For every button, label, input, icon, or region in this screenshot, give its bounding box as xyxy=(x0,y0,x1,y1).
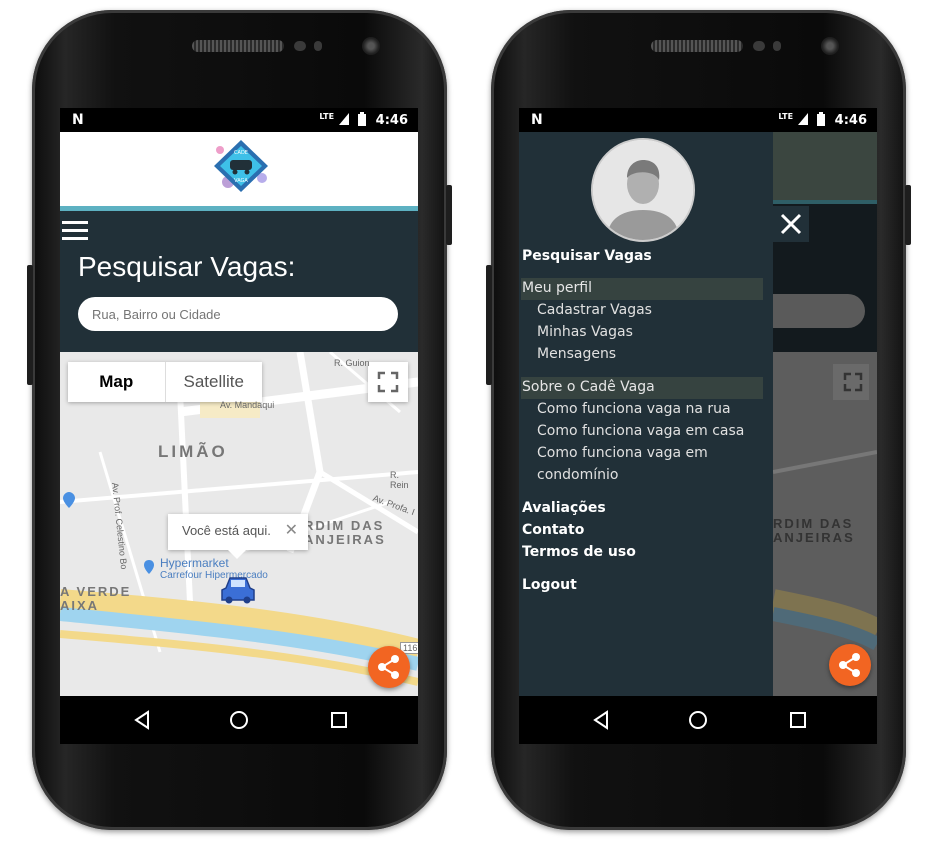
power-button xyxy=(905,185,911,245)
close-icon[interactable]: ✕ xyxy=(285,520,298,540)
drawer-item-messages[interactable]: Mensagens xyxy=(537,346,616,362)
close-icon xyxy=(780,213,802,235)
share-icon xyxy=(378,655,399,679)
close-drawer-button[interactable] xyxy=(773,206,809,242)
avatar[interactable] xyxy=(591,138,695,242)
phone-left: N LTE 4:46 CADE VAGA Pesquisar Vagas: Ru… xyxy=(27,10,452,830)
map-label: R. Guion xyxy=(334,358,370,368)
sensor xyxy=(773,41,781,51)
fullscreen-button[interactable] xyxy=(368,362,408,402)
map-label: Hypermarket xyxy=(160,556,229,570)
map-view[interactable]: Map Satellite R. Guion Av. Mandaqui LIMÃ… xyxy=(60,352,418,696)
recents-icon[interactable] xyxy=(786,708,810,732)
drawer-section-profile[interactable]: Meu perfil xyxy=(521,278,763,300)
front-camera xyxy=(821,37,839,55)
speaker-grille xyxy=(651,40,743,52)
shopping-pin-icon xyxy=(144,560,154,574)
notification-icon: N xyxy=(531,112,543,128)
drawer-item-reviews[interactable]: Avaliações xyxy=(522,500,606,516)
notification-icon: N xyxy=(72,112,84,128)
sensor xyxy=(294,41,306,51)
drawer-item-my-spots[interactable]: Minhas Vagas xyxy=(537,324,633,340)
sensor xyxy=(753,41,765,51)
signal-icon xyxy=(797,113,808,125)
drawer-item-how-condo[interactable]: Como funciona vaga em xyxy=(537,445,708,461)
volume-button xyxy=(486,265,492,385)
navigation-drawer: Pesquisar Vagas Meu perfil Cadastrar Vag… xyxy=(519,132,773,696)
map-label: RDIM DAS xyxy=(773,516,853,531)
volume-button xyxy=(27,265,33,385)
map-label: RDIM DAS xyxy=(304,518,385,533)
lte-icon: LTE xyxy=(319,112,335,121)
location-popup: Você está aqui. ✕ xyxy=(168,514,308,559)
app-header: CADE VAGA xyxy=(60,132,418,206)
map-label: Av. Mandaqui xyxy=(220,400,275,410)
drawer-item-how-street[interactable]: Como funciona vaga na rua xyxy=(537,401,731,417)
map-type-map[interactable]: Map xyxy=(68,362,166,402)
app-content: RDIM DAS ANJEIRAS Pesquisar Vagas Meu pe… xyxy=(519,132,877,696)
svg-text:CADE: CADE xyxy=(234,150,248,156)
speaker-grille xyxy=(192,40,284,52)
share-icon xyxy=(839,653,860,677)
back-icon[interactable] xyxy=(589,708,613,732)
map-type-toggle: Map Satellite xyxy=(68,362,262,402)
lte-icon: LTE xyxy=(778,112,794,121)
screen: N LTE 4:46 RDIM DAS ANJEIRAS Pesquisar V… xyxy=(519,108,877,744)
home-icon[interactable] xyxy=(686,708,710,732)
map-type-satellite[interactable]: Satellite xyxy=(166,362,263,402)
drawer-section-about[interactable]: Sobre o Cadê Vaga xyxy=(521,377,763,399)
status-bar: N LTE 4:46 xyxy=(60,108,418,132)
recents-icon[interactable] xyxy=(327,708,351,732)
map-label: R. Rein xyxy=(390,470,409,490)
drawer-item-how-condo-cont[interactable]: condomínio xyxy=(537,467,618,483)
hamburger-menu-icon[interactable] xyxy=(62,221,88,241)
logo-icon: CADE VAGA xyxy=(214,140,268,192)
drawer-item-register[interactable]: Cadastrar Vagas xyxy=(537,302,652,318)
battery-icon xyxy=(358,112,367,126)
clock: 4:46 xyxy=(834,113,867,128)
app-content: CADE VAGA Pesquisar Vagas: Rua, Bairro o… xyxy=(60,132,418,696)
back-icon[interactable] xyxy=(130,708,154,732)
drawer-section-label: Meu perfil xyxy=(522,280,592,296)
sensor xyxy=(314,41,322,51)
screen: N LTE 4:46 CADE VAGA Pesquisar Vagas: Ru… xyxy=(60,108,418,744)
clock: 4:46 xyxy=(375,113,408,128)
map-label: AIXA xyxy=(60,598,100,613)
search-section: Pesquisar Vagas: xyxy=(60,211,418,352)
search-input[interactable] xyxy=(78,297,398,331)
home-icon[interactable] xyxy=(227,708,251,732)
user-avatar-icon xyxy=(593,140,693,240)
android-nav-bar xyxy=(60,696,418,744)
drawer-item-how-house[interactable]: Como funciona vaga em casa xyxy=(537,423,744,439)
android-nav-bar xyxy=(519,696,877,744)
signal-icon xyxy=(338,113,349,125)
drawer-item-search[interactable]: Pesquisar Vagas xyxy=(522,248,652,264)
map-label: LIMÃO xyxy=(158,442,228,461)
car-marker-icon[interactable] xyxy=(220,574,256,604)
share-button[interactable] xyxy=(368,646,410,688)
share-button[interactable] xyxy=(829,644,871,686)
map-label: ANJEIRAS xyxy=(304,532,386,547)
fullscreen-icon xyxy=(377,371,399,393)
power-button xyxy=(446,185,452,245)
pin-icon xyxy=(63,492,75,508)
location-popup-text: Você está aqui. xyxy=(182,523,271,538)
drawer-section-label: Sobre o Cadê Vaga xyxy=(522,379,655,395)
map-label: ANJEIRAS xyxy=(773,530,855,545)
page-title: Pesquisar Vagas: xyxy=(78,251,296,282)
map-label: A VERDE xyxy=(60,584,132,599)
status-bar: N LTE 4:46 xyxy=(519,108,877,132)
front-camera xyxy=(362,37,380,55)
battery-icon xyxy=(817,112,826,126)
drawer-item-contact[interactable]: Contato xyxy=(522,522,584,538)
drawer-item-logout[interactable]: Logout xyxy=(522,577,577,593)
drawer-item-terms[interactable]: Termos de uso xyxy=(522,544,636,560)
phone-right: N LTE 4:46 RDIM DAS ANJEIRAS Pesquisar V… xyxy=(486,10,911,830)
svg-text:VAGA: VAGA xyxy=(234,178,248,184)
